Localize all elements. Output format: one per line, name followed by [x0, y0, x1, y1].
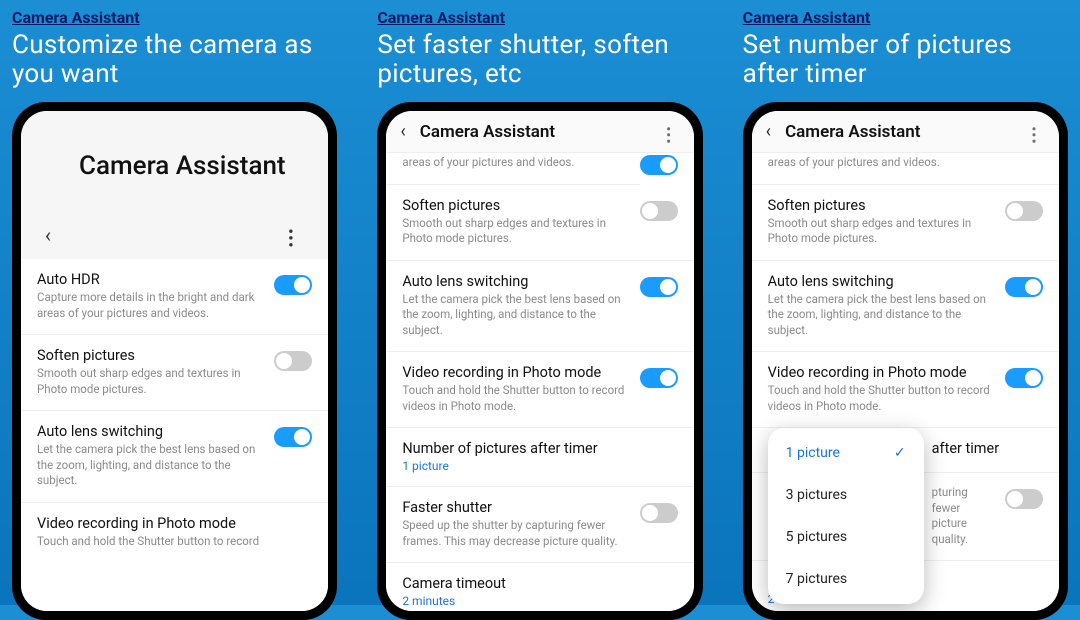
row-desc: Touch and hold the Shutter button to rec… — [37, 534, 312, 550]
toggle-faster[interactable] — [640, 503, 678, 523]
row-title: Camera timeout — [402, 575, 677, 592]
setting-row-auto-lens[interactable]: Auto lens switching Let the camera pick … — [21, 411, 328, 503]
setting-row-timeout[interactable]: Camera timeout 2 minutes — [386, 563, 693, 611]
row-title: Auto lens switching — [402, 273, 629, 290]
screen-title-large: Camera Assistant — [79, 151, 328, 181]
toggle-auto-hdr[interactable] — [640, 155, 678, 175]
more-icon[interactable]: ︙ — [1019, 126, 1045, 138]
toggle-soften[interactable] — [1005, 201, 1043, 221]
row-title: Video recording in Photo mode — [402, 364, 629, 381]
setting-row-auto-lens[interactable]: Auto lens switching Let the camera pick … — [386, 261, 693, 353]
headline-1: Customize the camera as you want — [12, 31, 337, 88]
dropdown-num-pics: 1 picture ✓ 3 pictures 5 pictures 7 pict… — [768, 428, 924, 604]
toggle-video-photo[interactable] — [640, 368, 678, 388]
screen-title: Camera Assistant — [785, 122, 1005, 142]
row-title: Soften pictures — [37, 347, 264, 364]
option-1-picture[interactable]: 1 picture ✓ — [768, 432, 924, 474]
back-icon[interactable]: ‹ — [400, 121, 405, 142]
row-title: Auto lens switching — [768, 273, 995, 290]
brand-label-3: Camera Assistant — [743, 8, 1068, 27]
toggle-soften[interactable] — [640, 201, 678, 221]
setting-row-video-photo[interactable]: Video recording in Photo mode Touch and … — [21, 503, 328, 563]
row-desc: Touch and hold the Shutter button to rec… — [768, 383, 995, 414]
row-desc: pturing fewer — [932, 485, 995, 516]
row-desc-partial: areas of your pictures and videos. — [386, 153, 639, 185]
row-desc: Let the camera pick the best lens based … — [402, 292, 629, 339]
row-title: Soften pictures — [768, 197, 995, 214]
headline-2: Set faster shutter, soften pictures, etc — [377, 31, 702, 88]
screen-title: Camera Assistant — [420, 122, 640, 142]
row-title: Video recording in Photo mode — [37, 515, 312, 532]
setting-row-soften[interactable]: Soften pictures Smooth out sharp edges a… — [752, 185, 1059, 261]
more-icon[interactable]: ︙ — [654, 126, 680, 138]
option-label: 1 picture — [786, 445, 840, 461]
row-desc: Smooth out sharp edges and textures in P… — [37, 366, 264, 397]
row-desc: Let the camera pick the best lens based … — [37, 442, 264, 489]
option-3-pictures[interactable]: 3 pictures — [768, 474, 924, 516]
option-label: 3 pictures — [786, 487, 848, 503]
setting-row-video-photo[interactable]: Video recording in Photo mode Touch and … — [752, 352, 1059, 428]
row-desc: Let the camera pick the best lens based … — [768, 292, 995, 339]
toggle-auto-lens[interactable] — [640, 277, 678, 297]
phone-frame-1: Camera Assistant ‹ ︙ Auto HDR Capture mo… — [12, 102, 337, 620]
setting-row-soften[interactable]: Soften pictures Smooth out sharp edges a… — [386, 185, 693, 261]
row-desc: Touch and hold the Shutter button to rec… — [402, 383, 629, 414]
row-title: Video recording in Photo mode — [768, 364, 995, 381]
toggle-auto-lens[interactable] — [1005, 277, 1043, 297]
option-7-pictures[interactable]: 7 pictures — [768, 558, 924, 600]
row-title: Auto HDR — [37, 271, 264, 288]
brand-label-2: Camera Assistant — [377, 8, 702, 27]
row-desc: picture quality. — [932, 516, 995, 547]
row-title: Number of pictures after timer — [402, 440, 677, 457]
setting-row-video-photo[interactable]: Video recording in Photo mode Touch and … — [386, 352, 693, 428]
toggle-auto-lens[interactable] — [274, 427, 312, 447]
row-title: Auto lens switching — [37, 423, 264, 440]
row-value: 1 picture — [402, 459, 677, 473]
toggle-soften[interactable] — [274, 351, 312, 371]
brand-label-1: Camera Assistant — [12, 8, 337, 27]
setting-row-auto-lens[interactable]: Auto lens switching Let the camera pick … — [752, 261, 1059, 353]
row-title: after timer — [932, 440, 1043, 457]
back-icon[interactable]: ‹ — [45, 223, 51, 247]
row-desc: Smooth out sharp edges and textures in P… — [768, 216, 995, 247]
row-desc: Speed up the shutter by capturing fewer … — [402, 518, 629, 549]
toggle-faster[interactable] — [1005, 489, 1043, 509]
option-label: 5 pictures — [786, 529, 848, 545]
check-icon: ✓ — [894, 445, 906, 461]
row-desc: Capture more details in the bright and d… — [37, 290, 264, 321]
setting-row-auto-hdr[interactable]: Auto HDR Capture more details in the bri… — [21, 259, 328, 335]
setting-row-faster-shutter[interactable]: Faster shutter Speed up the shutter by c… — [386, 487, 693, 563]
back-icon[interactable]: ‹ — [766, 121, 771, 142]
toggle-auto-hdr[interactable] — [274, 275, 312, 295]
phone-frame-2: ‹ Camera Assistant ︙ areas of your pictu… — [377, 102, 702, 620]
more-icon[interactable]: ︙ — [275, 228, 304, 242]
setting-row-soften[interactable]: Soften pictures Smooth out sharp edges a… — [21, 335, 328, 411]
option-5-pictures[interactable]: 5 pictures — [768, 516, 924, 558]
toggle-video-photo[interactable] — [1005, 368, 1043, 388]
phone-frame-3: ‹ Camera Assistant ︙ areas of your pictu… — [743, 102, 1068, 620]
row-desc-partial: areas of your pictures and videos. — [752, 153, 1059, 185]
row-title: Faster shutter — [402, 499, 629, 516]
headline-3: Set number of pictures after timer — [743, 31, 1068, 88]
setting-row-num-pics[interactable]: Number of pictures after timer 1 picture — [386, 428, 693, 487]
row-value: 2 minutes — [402, 594, 677, 608]
row-desc: Smooth out sharp edges and textures in P… — [402, 216, 629, 247]
option-label: 7 pictures — [786, 571, 848, 587]
row-title: Soften pictures — [402, 197, 629, 214]
